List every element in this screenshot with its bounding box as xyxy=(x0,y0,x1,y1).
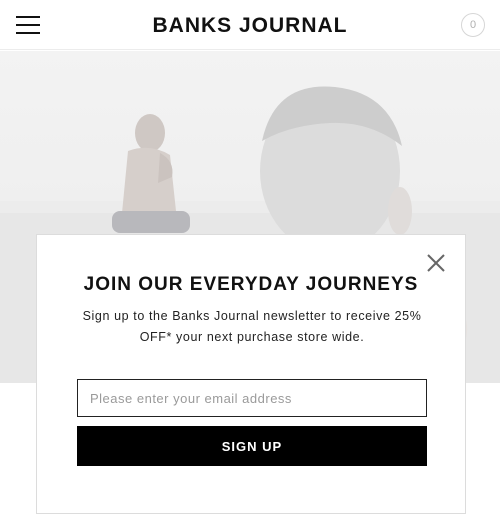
site-header: BANKS JOURNAL 0 xyxy=(0,0,500,50)
popup-description: Sign up to the Banks Journal newsletter … xyxy=(82,309,422,344)
sign-up-button[interactable]: SIGN UP xyxy=(77,426,427,466)
close-icon[interactable] xyxy=(425,252,447,274)
brand-logo[interactable]: BANKS JOURNAL xyxy=(0,14,500,38)
popup-title: JOIN OUR EVERYDAY JOURNEYS xyxy=(83,274,419,295)
email-input[interactable] xyxy=(77,379,427,417)
cart-count-badge[interactable]: 0 xyxy=(461,13,485,37)
newsletter-popup: JOIN OUR EVERYDAY JOURNEYS Sign up to th… xyxy=(36,234,466,514)
